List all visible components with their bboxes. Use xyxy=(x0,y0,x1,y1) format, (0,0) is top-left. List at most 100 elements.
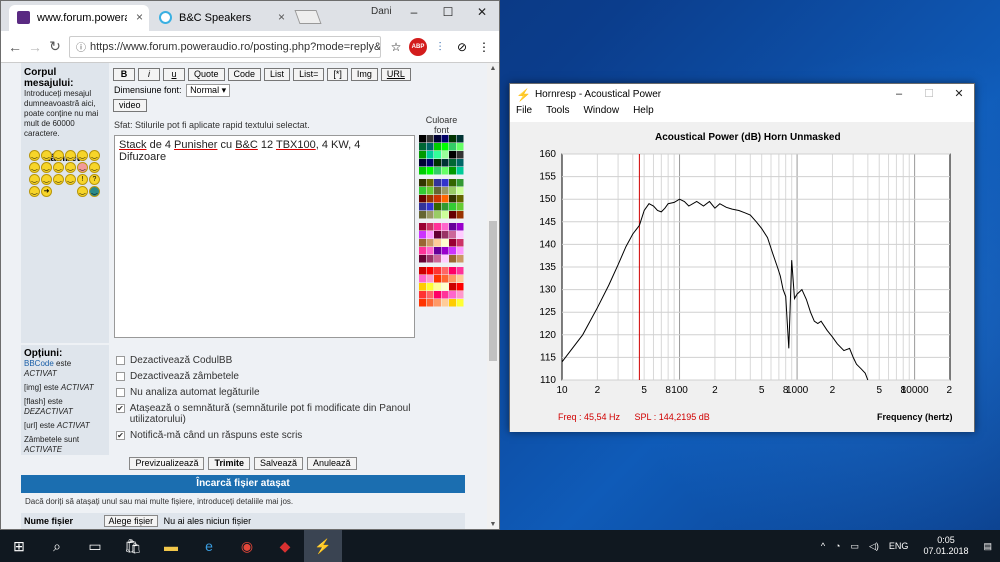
color-swatch[interactable] xyxy=(449,195,456,203)
color-swatch[interactable] xyxy=(434,143,441,151)
color-swatch[interactable] xyxy=(434,299,441,307)
scroll-up-icon[interactable]: ▲ xyxy=(487,63,499,75)
color-swatch[interactable] xyxy=(456,211,464,219)
color-swatch[interactable] xyxy=(449,143,456,151)
color-swatch[interactable] xyxy=(441,283,449,291)
color-swatch[interactable] xyxy=(426,239,434,247)
menu-window[interactable]: Window xyxy=(583,105,619,121)
color-swatch[interactable] xyxy=(441,299,449,307)
equalizer-extension-icon[interactable]: ⫶ xyxy=(431,38,449,56)
color-swatch[interactable] xyxy=(456,291,464,299)
color-swatch[interactable] xyxy=(441,143,449,151)
color-swatch[interactable] xyxy=(426,291,434,299)
ordered-list-button[interactable]: List= xyxy=(293,68,325,81)
color-swatch[interactable] xyxy=(434,223,441,231)
color-swatch[interactable] xyxy=(449,179,456,187)
color-swatch[interactable] xyxy=(434,255,441,263)
smiley-icon[interactable]: ‿ xyxy=(77,162,88,173)
color-swatch[interactable] xyxy=(434,291,441,299)
notifications-icon[interactable]: ▤ xyxy=(983,541,992,552)
smiley-icon[interactable]: ‿ xyxy=(29,174,40,185)
checkbox[interactable] xyxy=(116,388,125,397)
checkbox[interactable] xyxy=(116,372,125,381)
start-windows-icon[interactable]: ⊞ xyxy=(0,530,38,562)
color-swatch[interactable] xyxy=(449,275,456,283)
color-swatch[interactable] xyxy=(449,299,456,307)
smiley-icon[interactable]: ‿ xyxy=(29,186,40,197)
volume-icon[interactable]: ◁) xyxy=(869,541,879,552)
message-textarea[interactable]: Stack de 4 Punisher cu B&C 12 TBX100, 4 … xyxy=(114,135,415,338)
color-swatch[interactable] xyxy=(449,291,456,299)
profile-name[interactable]: Dani xyxy=(371,6,392,17)
network-icon[interactable]: ◔ xyxy=(835,541,840,551)
chevron-up-icon[interactable]: ^ xyxy=(821,541,825,551)
color-swatch[interactable] xyxy=(426,179,434,187)
color-swatch[interactable] xyxy=(434,203,441,211)
color-swatch[interactable] xyxy=(449,231,456,239)
smiley-icon[interactable]: ‿ xyxy=(41,150,52,161)
color-swatch[interactable] xyxy=(441,195,449,203)
maximize-button[interactable]: ☐ xyxy=(914,84,944,104)
smiley-icon[interactable]: ➜ xyxy=(41,186,52,197)
color-swatch[interactable] xyxy=(441,167,449,175)
color-swatch[interactable] xyxy=(434,135,441,143)
adblock-icon[interactable]: ABP xyxy=(409,37,427,56)
color-swatch[interactable] xyxy=(419,247,426,255)
tab-forum[interactable]: www.forum.poweraudio.r × xyxy=(9,5,149,31)
color-swatch[interactable] xyxy=(419,151,426,159)
color-swatch[interactable] xyxy=(419,211,426,219)
color-swatch[interactable] xyxy=(426,203,434,211)
color-swatch[interactable] xyxy=(426,187,434,195)
color-swatch[interactable] xyxy=(419,283,426,291)
minimize-button[interactable]: – xyxy=(397,1,431,23)
color-swatch[interactable] xyxy=(426,283,434,291)
smiley-icon[interactable]: ‿ xyxy=(29,162,40,173)
color-swatch[interactable] xyxy=(419,203,426,211)
close-tab-icon[interactable]: × xyxy=(278,10,285,24)
color-swatch[interactable] xyxy=(441,247,449,255)
color-swatch[interactable] xyxy=(419,299,426,307)
color-swatch[interactable] xyxy=(441,135,449,143)
browse-button[interactable]: Alege fișier xyxy=(103,515,159,527)
scrollbar-thumb[interactable] xyxy=(489,221,497,361)
color-swatch[interactable] xyxy=(441,239,449,247)
italic-button[interactable]: i xyxy=(138,68,160,81)
color-swatch[interactable] xyxy=(449,211,456,219)
color-swatch[interactable] xyxy=(449,223,456,231)
color-swatch[interactable] xyxy=(434,267,441,275)
color-swatch[interactable] xyxy=(419,195,426,203)
color-swatch[interactable] xyxy=(434,179,441,187)
checkbox-disable-smileys[interactable]: Dezactivează zâmbetele xyxy=(116,371,239,382)
color-swatch[interactable] xyxy=(419,267,426,275)
color-swatch[interactable] xyxy=(449,267,456,275)
clock[interactable]: 0:05 07.01.2018 xyxy=(918,535,973,557)
color-swatch[interactable] xyxy=(426,223,434,231)
acoustical-power-chart[interactable]: 11011512012513013514014515015516010 2 5 8 10… xyxy=(510,146,974,416)
smiley-icon[interactable]: ‿ xyxy=(89,150,100,161)
smiley-icon[interactable]: ‿ xyxy=(41,174,52,185)
color-swatch[interactable] xyxy=(419,187,426,195)
color-swatch[interactable] xyxy=(426,267,434,275)
color-swatch[interactable] xyxy=(456,231,464,239)
preview-button[interactable]: Previzualizează xyxy=(129,457,205,470)
color-swatch[interactable] xyxy=(434,247,441,255)
minimize-button[interactable]: – xyxy=(884,84,914,104)
list-button[interactable]: List xyxy=(264,68,291,81)
hornresp-taskbar-icon[interactable]: ⚡ xyxy=(304,530,342,562)
color-swatch[interactable] xyxy=(456,167,464,175)
search-icon[interactable]: ⌕ xyxy=(38,530,76,562)
checkbox-notify-reply[interactable]: ✔ Notifică-mă când un răspuns este scris xyxy=(116,430,302,441)
page-scrollbar[interactable]: ▲ ▼ xyxy=(487,63,499,529)
color-swatch[interactable] xyxy=(441,159,449,167)
color-swatch[interactable] xyxy=(449,151,456,159)
color-swatch[interactable] xyxy=(434,231,441,239)
color-swatch[interactable] xyxy=(419,159,426,167)
color-swatch[interactable] xyxy=(441,231,449,239)
color-swatch[interactable] xyxy=(449,135,456,143)
close-button[interactable]: ✕ xyxy=(465,1,499,23)
img-button[interactable]: Img xyxy=(350,68,378,81)
color-swatch[interactable] xyxy=(434,275,441,283)
color-swatch[interactable] xyxy=(441,187,449,195)
forward-arrow-icon[interactable]: → xyxy=(25,39,45,55)
color-swatch[interactable] xyxy=(419,291,426,299)
